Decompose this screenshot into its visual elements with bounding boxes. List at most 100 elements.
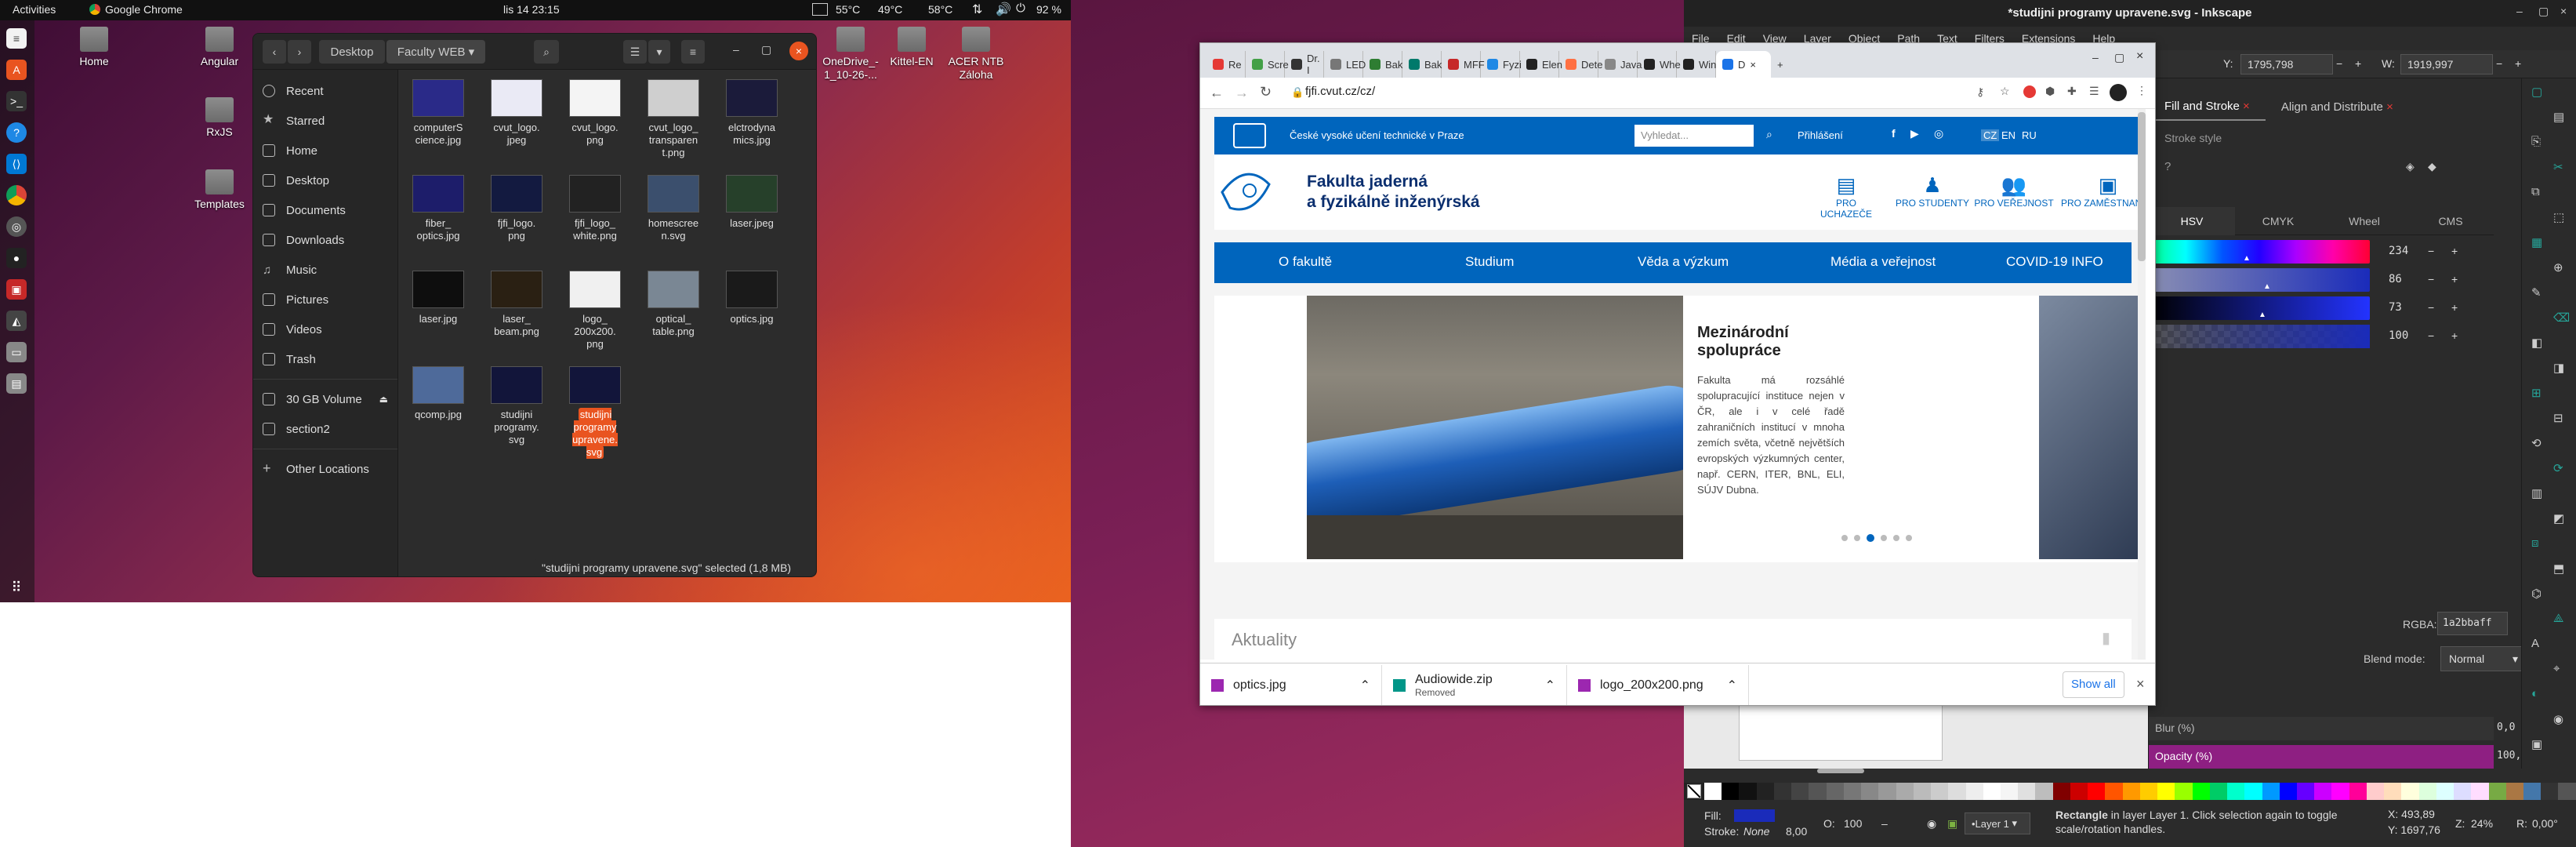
rotation-value[interactable]: 0,00° [2532,817,2558,830]
cpu-temp[interactable]: 55°C [836,3,860,16]
command-icon[interactable]: ⊟ [2553,411,2563,425]
carousel-dot-active[interactable] [1867,534,1874,542]
file-item[interactable]: fiber_ optics.jpg [401,175,476,242]
cvut-logo-icon[interactable] [1233,123,1266,148]
address-bar[interactable]: fjfi.cvut.cz/cz/ [1305,85,1375,98]
palette-swatch[interactable] [1861,783,1879,800]
command-icon[interactable]: ◨ [2553,361,2564,375]
fjfi-logo[interactable] [1214,161,1293,224]
file-item[interactable]: computerS cience.jpg [401,79,476,147]
power-icon[interactable]: ⏻ [1016,2,1025,15]
tab-wheel[interactable]: Wheel [2321,207,2407,235]
desktop-icon-templates[interactable]: Templates [184,169,255,211]
close-tab-icon[interactable]: × [2243,100,2250,113]
opacity-slider[interactable]: Opacity (%) [2149,745,2494,769]
desktop-icon-rxjs[interactable]: RxJS [184,97,255,139]
vscode-icon[interactable]: ⟨⟩ [6,154,27,174]
new-tab-button[interactable]: + [1771,51,1810,78]
university-name[interactable]: České vysoké učení technické v Praze [1290,129,1464,141]
command-icon[interactable]: ▦ [2531,235,2542,249]
desktop-icon-onedrive[interactable]: OneDrive_- 1_10-26-... [815,27,886,82]
desktop-icon-home[interactable]: Home [59,27,129,68]
vertical-scrollbar[interactable] [2138,109,2146,660]
saturation-slider[interactable] [2149,268,2370,292]
alpha-slider[interactable] [2149,325,2370,348]
sidebar-item-videos[interactable]: Videos [253,314,397,344]
nav-studium[interactable]: Studium [1465,254,1514,270]
command-icon[interactable]: ⧈ [2531,536,2539,550]
stroke-width[interactable]: 8,00 [1786,825,1807,838]
chevron-up-icon[interactable]: ⌃ [1360,678,1370,693]
desktop-icon-angular[interactable]: Angular [184,27,255,68]
back-button[interactable]: ‹ [263,40,286,64]
file-item[interactable]: laser.jpg [401,271,476,325]
desktop-icon-kittel[interactable]: Kittel-EN [876,27,947,68]
tab-stroke-style[interactable]: Stroke style [2164,132,2222,144]
file-item[interactable]: cvut_logo_ transparen t.png [636,79,711,159]
palette-swatch[interactable] [2436,783,2454,800]
palette-swatch[interactable] [1965,783,1983,800]
nav-o-fakulte[interactable]: O fakultě [1279,254,1332,270]
command-icon[interactable]: ⌖ [2553,662,2560,675]
palette-swatch[interactable] [2418,783,2436,800]
sidebar-item-recent[interactable]: Recent [253,76,397,106]
view-options-button[interactable]: ▾ [648,40,670,64]
rgba-input[interactable]: 1a2bbaff [2437,612,2508,635]
back-icon[interactable]: ← [1210,85,1224,101]
chevron-up-icon[interactable]: ⌃ [1545,678,1555,693]
w-plus[interactable]: + [2515,57,2521,70]
palette-swatch[interactable] [1704,783,1722,800]
sidebar-item-trash[interactable]: Trash [253,344,397,374]
browser-tab[interactable]: Bak [1363,51,1402,78]
blur-value[interactable]: 0,0 [2497,722,2515,733]
palette-swatch[interactable] [2262,783,2280,800]
saturation-plus[interactable]: + [2451,273,2458,285]
command-icon[interactable]: ▥ [2531,486,2542,500]
command-icon[interactable]: ⟁ [2553,612,2563,625]
opacity-minus[interactable]: – [1881,817,1888,830]
value-value[interactable]: 73 [2389,301,2402,314]
eye-icon[interactable]: ◉ [1927,817,1936,831]
command-icon[interactable]: ⧉ [2531,185,2540,198]
tab-hsv[interactable]: HSV [2149,206,2235,235]
y-plus[interactable]: + [2355,57,2361,70]
palette-swatch[interactable] [1756,783,1774,800]
palette-swatch[interactable] [1983,783,2001,800]
palette-swatch[interactable] [2331,783,2349,800]
saturation-value[interactable]: 86 [2389,273,2402,285]
command-icon[interactable]: A [2531,637,2539,650]
search-icon[interactable]: ⌕ [1766,128,1772,141]
sidebar-item-starred[interactable]: ★ Starred [253,106,397,136]
command-icon[interactable]: ◐ [2531,687,2538,700]
command-icon[interactable]: ⟳ [2553,461,2563,475]
site-search-input[interactable]: Vyhledat... [1634,125,1754,147]
palette-swatch[interactable] [2523,783,2542,800]
hue-minus[interactable]: − [2428,245,2434,257]
value-plus[interactable]: + [2451,301,2458,314]
file-item[interactable]: laser_ beam.png [479,271,554,338]
faculty-title[interactable]: Fakulta jaderná a fyzikálně inženýrská [1307,172,1480,213]
indicator-icon[interactable] [812,3,828,16]
chevron-up-icon[interactable]: ⌃ [1727,678,1737,693]
browser-tab[interactable]: D × [1716,51,1771,78]
palette-swatch[interactable] [2227,783,2245,800]
browser-tab[interactable]: Scre [1246,51,1289,78]
file-item[interactable]: homescree n.svg [636,175,711,242]
reading-list-icon[interactable]: ☰ [2089,85,2099,98]
close-tab-icon[interactable]: × [1750,59,1756,71]
file-item[interactable]: cvut_logo. jpeg [479,79,554,147]
minimize-button[interactable]: – [2092,51,2099,64]
zoom-value[interactable]: 24% [2471,817,2493,830]
palette-swatch[interactable] [2384,783,2402,800]
y-minus[interactable]: − [2336,57,2342,70]
minimize-button[interactable]: – [2516,5,2523,17]
palette-swatch[interactable] [1791,783,1809,800]
command-icon[interactable]: ✎ [2531,285,2542,300]
forward-icon[interactable]: → [1235,85,1249,101]
reload-icon[interactable]: ↻ [1260,84,1272,100]
terminal-icon[interactable]: >_ [6,91,27,111]
palette-swatch[interactable] [2366,783,2385,800]
maximize-button[interactable]: ▢ [761,43,771,56]
settings-icon[interactable]: ◎ [6,216,27,237]
command-icon[interactable]: ⬒ [2553,562,2564,576]
